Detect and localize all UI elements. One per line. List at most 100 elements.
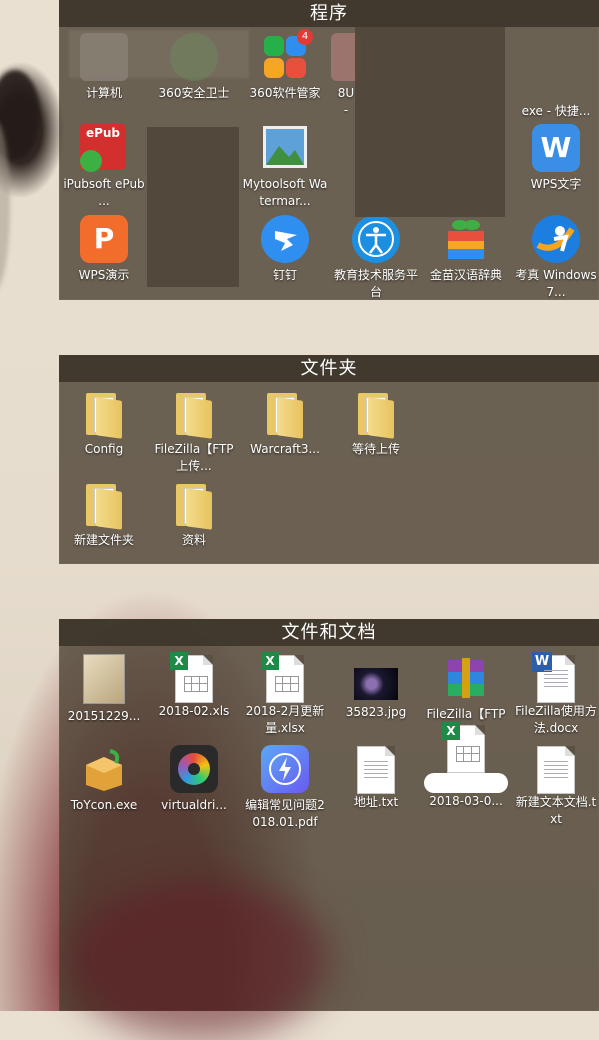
dingtalk-icon xyxy=(261,215,309,263)
item-label: 360软件管家 xyxy=(249,86,321,100)
file-item[interactable]: X 2018-2月更新量.xlsx xyxy=(240,652,330,737)
programs-fence-title[interactable]: 程序 xyxy=(59,0,599,27)
text-file-icon xyxy=(357,746,395,794)
item-label: FileZilla使用方法.docx xyxy=(515,704,597,735)
item-label: 资料 xyxy=(181,533,206,547)
file-item[interactable]: 35823.jpg xyxy=(331,654,421,721)
text-file-icon xyxy=(537,746,575,794)
toycon-exe-icon xyxy=(80,745,128,793)
folder-icon xyxy=(267,393,303,439)
excel-badge: X xyxy=(442,722,460,740)
programs-fence: 程序 计算机 360安全卫士 4 360软件管家 8U - exe - 快捷..… xyxy=(59,0,599,300)
file-item[interactable]: 新建文本文档.txt xyxy=(511,745,599,828)
excel-file-icon: X xyxy=(170,652,213,703)
desktop-item-exe-shortcut[interactable]: exe - 快捷... xyxy=(511,103,599,120)
desktop-item-kaozhen[interactable]: 考真 Windows7... xyxy=(511,215,599,301)
file-item[interactable]: X 2018-03-0... xyxy=(421,722,511,810)
360-software-manager-icon: 4 xyxy=(261,29,313,81)
item-label: 35823.jpg xyxy=(345,705,407,719)
item-label: 金苗汉语辞典 xyxy=(429,268,502,282)
file-item[interactable]: W FileZilla使用方法.docx xyxy=(511,652,599,737)
folder-item[interactable]: FileZilla【FTP上传... xyxy=(149,390,239,475)
wps-writer-icon: W xyxy=(532,124,580,172)
wps-presentation-glyph: P xyxy=(93,222,115,255)
file-item[interactable]: virtualdri... xyxy=(149,745,239,814)
item-label: 钉钉 xyxy=(272,268,297,282)
item-label: 20151229... xyxy=(67,709,141,723)
file-item[interactable]: 地址.txt xyxy=(331,745,421,811)
wps-presentation-icon: P xyxy=(80,215,128,263)
folder-icon xyxy=(86,484,122,530)
folders-fence: 文件夹 Config FileZilla【FTP上传... Warcraft3.… xyxy=(59,355,599,564)
folder-item[interactable]: 新建文件夹 xyxy=(59,481,149,549)
item-label: 地址.txt xyxy=(353,795,399,809)
excel-file-icon: X xyxy=(261,652,304,703)
notification-badge: 4 xyxy=(297,29,313,45)
word-file-icon: W xyxy=(532,652,575,703)
item-label: 2018-03-0... xyxy=(429,794,503,808)
item-label: Config xyxy=(84,442,124,456)
item-label: ToYcon.exe xyxy=(70,798,138,812)
desktop-item-dingtalk[interactable]: 钉钉 xyxy=(240,215,330,284)
desktop-item-education-platform[interactable]: 教育技术服务平台 xyxy=(331,215,421,301)
virtualdrive-icon xyxy=(170,745,218,793)
item-label: 编辑常见问题2018.01.pdf xyxy=(245,798,325,829)
white-redaction-blob xyxy=(424,773,508,793)
item-label: 等待上传 xyxy=(351,442,400,456)
excel-badge: X xyxy=(261,652,279,670)
folder-icon xyxy=(358,393,394,439)
item-label: 2018-02.xls xyxy=(158,704,230,718)
jpg-file-icon xyxy=(354,668,398,700)
image-file-icon xyxy=(83,654,125,704)
item-label: Warcraft3... xyxy=(250,442,320,456)
item-label: exe - 快捷... xyxy=(521,104,591,118)
word-badge: W xyxy=(532,652,552,672)
epub-icon: ePub xyxy=(80,124,128,172)
file-item[interactable]: ToYcon.exe xyxy=(59,745,149,814)
education-platform-icon xyxy=(352,215,400,263)
item-label: virtualdri... xyxy=(161,798,227,812)
desktop-item-mytoolsoft[interactable]: Mytoolsoft Watermar... xyxy=(240,124,330,210)
item-label: 360安全卫士 xyxy=(158,86,230,100)
item-label: iPubsoft ePub ... xyxy=(63,177,145,208)
folder-icon xyxy=(176,393,212,439)
item-label: WPS演示 xyxy=(78,268,130,282)
desktop-item-360-software-manager[interactable]: 4 360软件管家 xyxy=(240,29,330,102)
item-label: FileZilla【FTP上传... xyxy=(154,442,234,473)
occluded-region xyxy=(147,127,239,287)
item-label: 考真 Windows7... xyxy=(515,268,597,299)
folder-icon xyxy=(176,484,212,530)
item-label: 新建文本文档.txt xyxy=(515,795,597,826)
folder-item[interactable]: 资料 xyxy=(149,481,239,549)
dictionary-icon xyxy=(442,215,490,263)
occluded-region xyxy=(355,27,505,217)
rar-file-icon xyxy=(442,654,490,702)
folder-icon xyxy=(86,393,122,439)
item-label: WPS文字 xyxy=(530,177,582,191)
excel-file-icon: X xyxy=(442,722,485,773)
landscape-icon xyxy=(261,124,309,172)
item-label: Mytoolsoft Watermar... xyxy=(242,177,328,208)
desktop-item-wps-writer[interactable]: W WPS文字 xyxy=(511,124,599,193)
wps-writer-glyph: W xyxy=(540,131,572,164)
excel-badge: X xyxy=(170,652,188,670)
files-fence-title[interactable]: 文件和文档 xyxy=(59,619,599,646)
desktop-item-ipubsoft[interactable]: ePub iPubsoft ePub ... xyxy=(59,124,149,210)
folders-fence-title[interactable]: 文件夹 xyxy=(59,355,599,382)
blurred-strip xyxy=(69,30,249,78)
item-label: 计算机 xyxy=(85,86,122,100)
file-item[interactable]: 编辑常见问题2018.01.pdf xyxy=(240,745,330,831)
wallpaper-red-shape xyxy=(70,880,330,1040)
desktop-item-wps-presentation[interactable]: P WPS演示 xyxy=(59,215,149,284)
epub-icon-text: ePub xyxy=(85,126,121,140)
folder-item[interactable]: Config xyxy=(59,390,149,458)
file-item[interactable]: 20151229... xyxy=(59,654,149,725)
desktop-item-dictionary[interactable]: 金苗汉语辞典 xyxy=(421,215,511,284)
folder-item[interactable]: Warcraft3... xyxy=(240,390,330,458)
kaozhen-icon xyxy=(532,215,580,263)
folder-item[interactable]: 等待上传 xyxy=(331,390,421,458)
file-item[interactable]: X 2018-02.xls xyxy=(149,652,239,720)
item-label: 2018-2月更新量.xlsx xyxy=(245,704,325,735)
item-label: 新建文件夹 xyxy=(73,533,134,547)
item-label: 教育技术服务平台 xyxy=(333,268,418,299)
